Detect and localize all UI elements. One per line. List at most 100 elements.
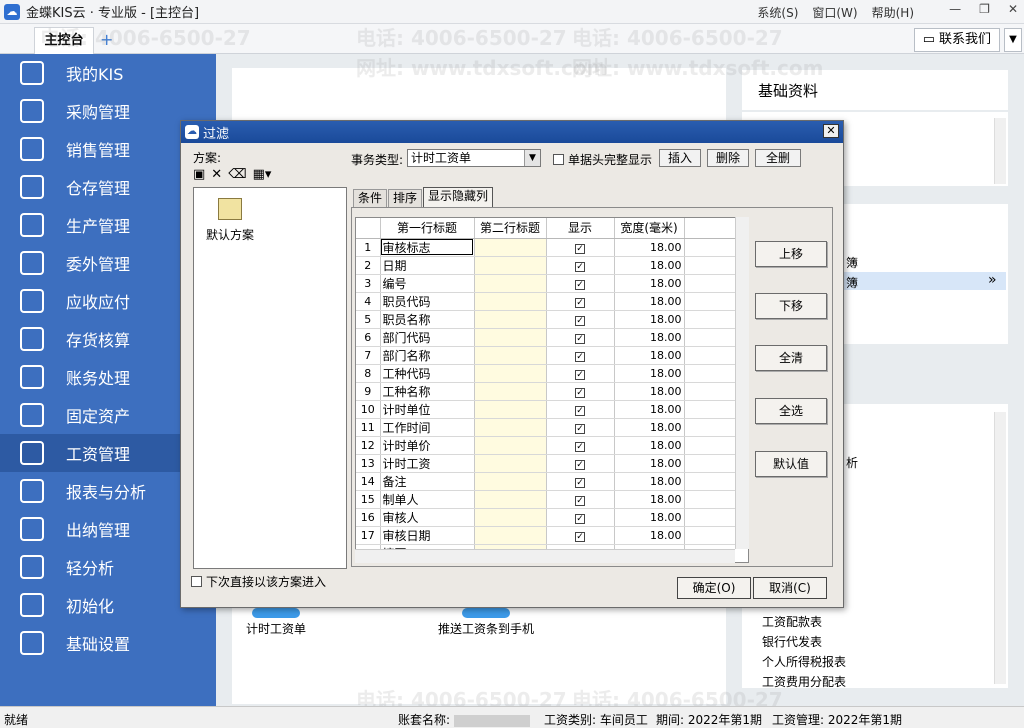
show-cell[interactable]: ✓ — [546, 364, 615, 383]
timesheet-icon[interactable] — [252, 608, 300, 618]
show-cell[interactable]: ✓ — [546, 490, 615, 509]
second-title-cell[interactable] — [474, 436, 547, 455]
show-cell[interactable]: ✓ — [546, 274, 615, 293]
show-cell[interactable]: ✓ — [546, 328, 615, 347]
show-cell[interactable]: ✓ — [546, 472, 615, 491]
basic-data-scrollbar[interactable] — [994, 118, 1006, 184]
delete-button[interactable]: 删除 — [707, 149, 749, 167]
width-cell[interactable]: 18.00 — [614, 382, 685, 401]
second-title-cell[interactable] — [474, 418, 547, 437]
width-cell[interactable]: 18.00 — [614, 364, 685, 383]
width-cell[interactable]: 18.00 — [614, 490, 685, 509]
close-icon[interactable]: ✕ — [1008, 2, 1018, 16]
show-checkbox[interactable]: ✓ — [575, 460, 585, 470]
table-row[interactable]: 3 编号 ✓ 18.00 — [356, 274, 736, 293]
table-row[interactable]: 15 制单人 ✓ 18.00 — [356, 490, 736, 509]
insert-button[interactable]: 插入 — [659, 149, 701, 167]
width-cell[interactable]: 18.00 — [614, 508, 685, 527]
folder-icon[interactable] — [218, 198, 242, 220]
dialog-close-button[interactable]: ✕ — [823, 124, 839, 138]
table-row[interactable]: 7 部门名称 ✓ 18.00 — [356, 346, 736, 365]
show-cell[interactable]: ✓ — [546, 526, 615, 545]
second-title-cell[interactable] — [474, 508, 547, 527]
table-row[interactable]: 10 计时单位 ✓ 18.00 — [356, 400, 736, 419]
show-cell[interactable]: ✓ — [546, 400, 615, 419]
table-icon[interactable]: ▦▾ — [253, 167, 272, 182]
type-select[interactable]: 计时工资单 ▼ — [407, 149, 541, 167]
second-title-cell[interactable] — [474, 346, 547, 365]
width-cell[interactable]: 18.00 — [614, 418, 685, 437]
first-title-cell[interactable]: 部门名称 — [380, 346, 475, 365]
show-cell[interactable]: ✓ — [546, 346, 615, 365]
first-title-cell[interactable]: 计时工资 — [380, 454, 475, 473]
first-title-cell[interactable]: 编号 — [380, 274, 475, 293]
second-title-cell[interactable] — [474, 472, 547, 491]
second-title-cell[interactable] — [474, 526, 547, 545]
first-title-cell[interactable]: 工种名称 — [380, 382, 475, 401]
width-cell[interactable]: 18.00 — [614, 400, 685, 419]
tab-main-console[interactable]: 主控台 — [34, 27, 94, 54]
second-title-cell[interactable] — [474, 454, 547, 473]
table-row[interactable]: 17 审核日期 ✓ 18.00 — [356, 526, 736, 545]
grid-vertical-scrollbar[interactable] — [735, 217, 749, 549]
show-checkbox[interactable]: ✓ — [575, 424, 585, 434]
menu-help[interactable]: 帮助(H) — [872, 4, 914, 21]
show-checkbox[interactable]: ✓ — [575, 262, 585, 272]
minimize-icon[interactable]: — — [949, 2, 961, 16]
header-full-checkbox[interactable] — [553, 154, 564, 165]
show-checkbox[interactable]: ✓ — [575, 514, 585, 524]
reports-row-analysis[interactable]: 析 — [846, 454, 858, 471]
width-cell[interactable]: 18.00 — [614, 526, 685, 545]
first-title-cell[interactable]: 制单人 — [380, 490, 475, 509]
second-title-cell[interactable] — [474, 292, 547, 311]
first-title-cell[interactable]: 部门代码 — [380, 328, 475, 347]
width-cell[interactable]: 18.00 — [614, 472, 685, 491]
report-item[interactable]: 工资费用分配表 — [762, 672, 846, 692]
show-checkbox[interactable]: ✓ — [575, 298, 585, 308]
table-row[interactable]: 6 部门代码 ✓ 18.00 — [356, 328, 736, 347]
first-title-cell[interactable]: 工种代码 — [380, 364, 475, 383]
show-checkbox[interactable]: ✓ — [575, 388, 585, 398]
first-title-cell[interactable]: 计时单位 — [380, 400, 475, 419]
first-title-cell[interactable]: 职员代码 — [380, 292, 475, 311]
ledger-row-selected[interactable] — [844, 272, 1006, 290]
first-title-cell[interactable]: 审核日期 — [380, 526, 475, 545]
first-title-cell[interactable]: 备注 — [380, 472, 475, 491]
show-checkbox[interactable]: ✓ — [575, 370, 585, 380]
header-second-title[interactable]: 第二行标题 — [474, 218, 547, 239]
show-checkbox[interactable]: ✓ — [575, 316, 585, 326]
grid-horizontal-scrollbar[interactable] — [355, 549, 735, 563]
show-checkbox[interactable]: ✓ — [575, 532, 585, 542]
ledger-row-2[interactable]: 簿 — [846, 274, 858, 291]
eraser-icon[interactable]: ⌫ — [228, 167, 246, 182]
second-title-cell[interactable] — [474, 364, 547, 383]
show-checkbox[interactable]: ✓ — [575, 496, 585, 506]
chevron-down-icon[interactable]: ▼ — [524, 150, 540, 166]
menu-system[interactable]: 系统(S) — [757, 4, 798, 21]
show-cell[interactable]: ✓ — [546, 508, 615, 527]
width-cell[interactable]: 18.00 — [614, 256, 685, 275]
width-cell[interactable]: 18.00 — [614, 292, 685, 311]
first-title-cell[interactable]: 审核人 — [380, 508, 475, 527]
header-first-title[interactable]: 第一行标题 — [380, 218, 475, 239]
next-direct-checkbox[interactable] — [191, 576, 202, 587]
chevron-right-icon[interactable]: » — [988, 272, 997, 288]
show-cell[interactable]: ✓ — [546, 436, 615, 455]
table-row[interactable]: 2 日期 ✓ 18.00 — [356, 256, 736, 275]
width-cell[interactable]: 18.00 — [614, 346, 685, 365]
second-title-cell[interactable] — [474, 328, 547, 347]
chevron-down-icon[interactable]: ▼ — [1004, 28, 1022, 52]
table-row[interactable]: 4 职员代码 ✓ 18.00 — [356, 292, 736, 311]
second-title-cell[interactable] — [474, 310, 547, 329]
select-all-button[interactable]: 全选 — [755, 398, 827, 424]
table-row[interactable]: 8 工种代码 ✓ 18.00 — [356, 364, 736, 383]
first-title-cell[interactable]: 工作时间 — [380, 418, 475, 437]
contact-us-button[interactable]: ▭ 联系我们 — [913, 28, 1000, 52]
default-value-button[interactable]: 默认值 — [755, 451, 827, 477]
show-cell[interactable]: ✓ — [546, 256, 615, 275]
show-checkbox[interactable]: ✓ — [575, 442, 585, 452]
move-up-button[interactable]: 上移 — [755, 241, 827, 267]
width-cell[interactable]: 18.00 — [614, 274, 685, 293]
table-row[interactable]: 16 审核人 ✓ 18.00 — [356, 508, 736, 527]
push-payslip-link[interactable]: 推送工资条到手机 — [438, 620, 534, 637]
